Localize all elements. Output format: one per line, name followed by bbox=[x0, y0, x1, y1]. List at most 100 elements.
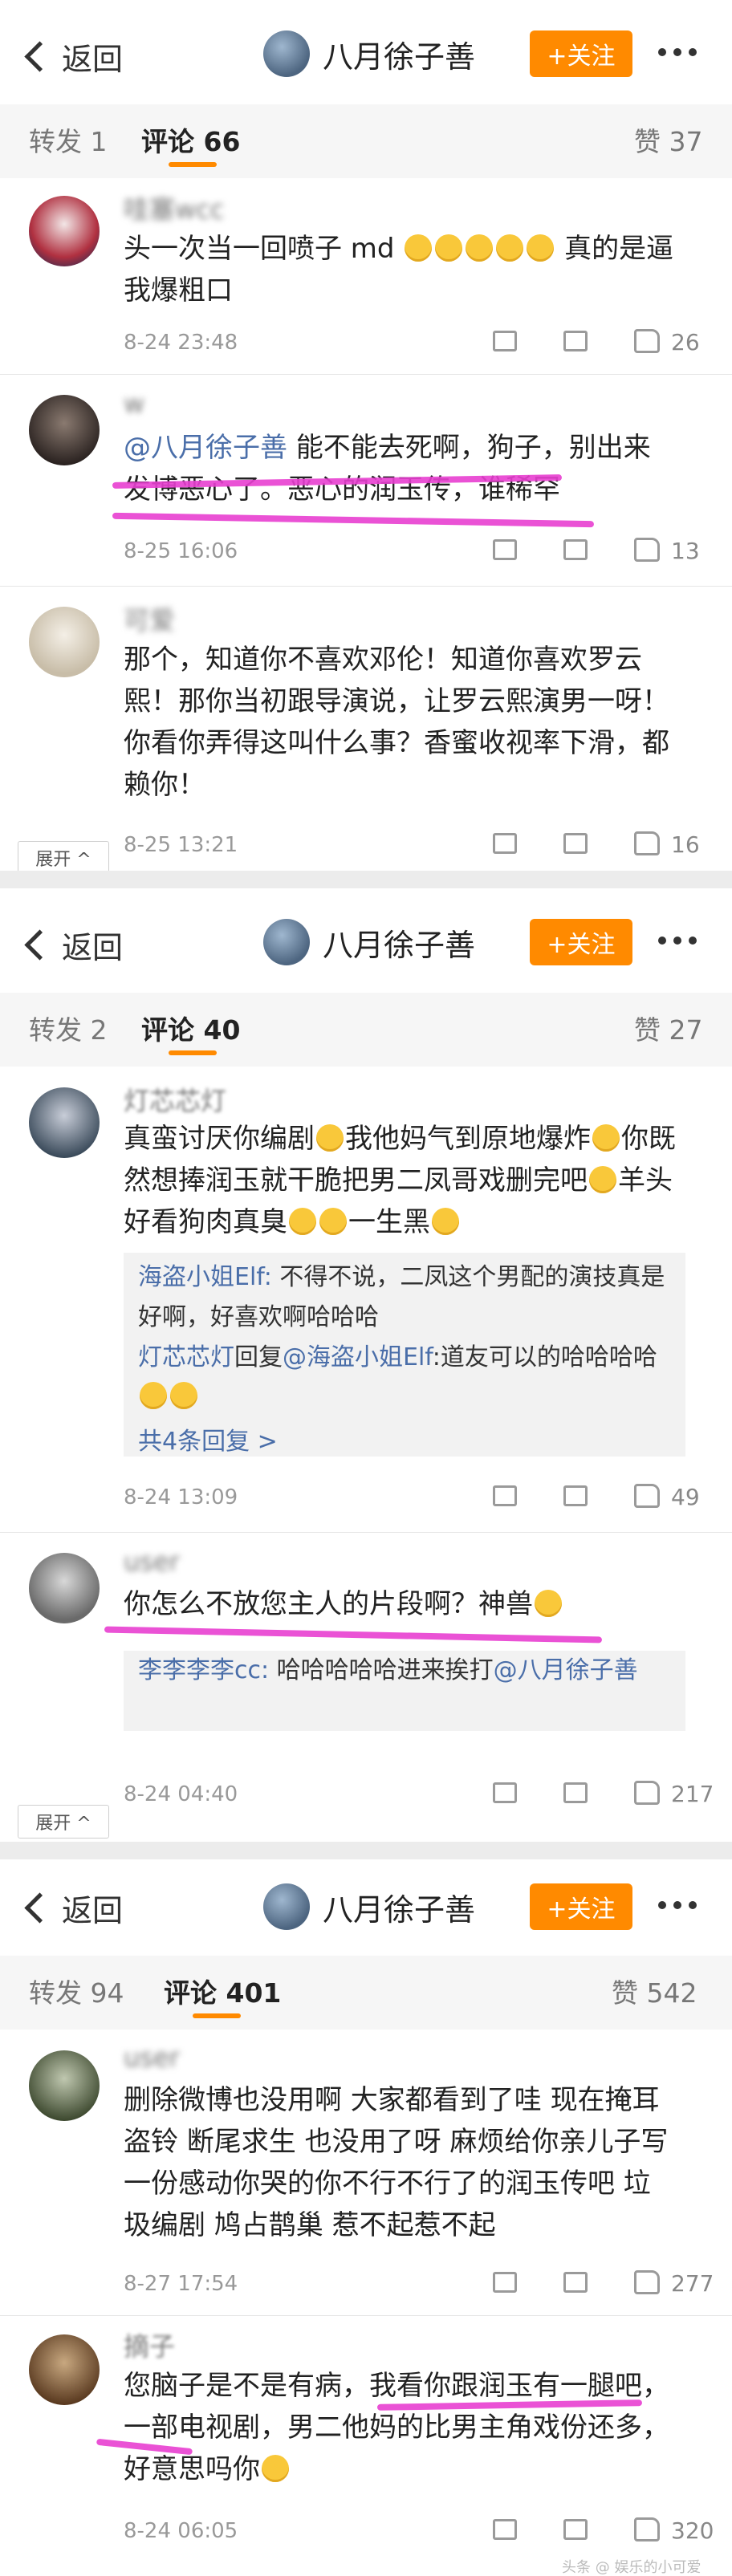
tab-comment[interactable]: 评论 401 bbox=[164, 1972, 281, 2010]
more-icon[interactable] bbox=[658, 1901, 704, 1909]
reply-line[interactable]: 李李李李cc: 哈哈哈哈哈进来挨打@八月徐子善 bbox=[124, 1651, 685, 1691]
comment-text-part: 一生黑 bbox=[348, 1206, 430, 1238]
author-avatar bbox=[263, 30, 310, 77]
like-icon[interactable] bbox=[634, 831, 660, 855]
commenter-name[interactable]: user bbox=[124, 2042, 180, 2073]
tab-bar: 转发 1 评论 66 赞 37 bbox=[0, 104, 732, 178]
reply-icon[interactable] bbox=[563, 2272, 588, 2293]
back-button[interactable]: 返回 bbox=[24, 1883, 123, 1932]
author-info[interactable]: 八月徐子善 bbox=[263, 919, 475, 965]
more-icon[interactable] bbox=[658, 48, 704, 56]
commenter-name[interactable]: 可爱 bbox=[124, 600, 175, 637]
panel-separator bbox=[0, 871, 732, 888]
share-icon[interactable] bbox=[493, 331, 517, 351]
share-icon[interactable] bbox=[493, 539, 517, 560]
commenter-avatar[interactable] bbox=[29, 395, 100, 465]
share-icon[interactable] bbox=[493, 2272, 517, 2293]
highlight-stroke bbox=[112, 512, 595, 528]
reply-icon[interactable] bbox=[563, 833, 588, 854]
like-icon[interactable] bbox=[634, 2517, 660, 2541]
author-info[interactable]: 八月徐子善 bbox=[263, 30, 475, 77]
tab-repost[interactable]: 转发 1 bbox=[29, 120, 108, 159]
tab-comment[interactable]: 评论 66 bbox=[141, 120, 240, 159]
nav-header: 返回 八月徐子善 +关注 bbox=[0, 888, 732, 993]
reply-box: 海盗小姐Elf: 不得不说，二凤这个男配的演技真是好啊，好喜欢啊哈哈哈 灯芯芯灯… bbox=[124, 1253, 685, 1457]
more-icon[interactable] bbox=[658, 937, 704, 945]
smile-emoji-icon bbox=[466, 234, 494, 262]
comment-time: 8-24 13:09 bbox=[124, 1485, 238, 1509]
expand-button[interactable]: 展开 ^ bbox=[18, 1805, 109, 1839]
follow-button[interactable]: +关注 bbox=[530, 30, 632, 77]
reply-author[interactable]: 李李李李cc: bbox=[138, 1656, 269, 1684]
reply-author[interactable]: 灯芯芯灯 bbox=[138, 1343, 234, 1371]
smile-emoji-icon bbox=[316, 1124, 344, 1152]
reply-icon[interactable] bbox=[563, 331, 588, 351]
highlight-stroke bbox=[104, 1626, 603, 1644]
comment-item: 哇塞wcc 头一次当一回喷子 md 真的是逼我爆粗口 8-24 23:48 26 bbox=[0, 178, 732, 375]
smile-emoji-icon bbox=[319, 1208, 347, 1235]
commenter-name[interactable]: 哇塞wcc bbox=[124, 189, 224, 226]
back-label: 返回 bbox=[62, 929, 124, 965]
tab-like[interactable]: 赞 27 bbox=[634, 1009, 702, 1047]
author-name: 八月徐子善 bbox=[323, 39, 476, 75]
reply-mention[interactable]: @海盗小姐Elf bbox=[283, 1343, 433, 1371]
author-name: 八月徐子善 bbox=[323, 1891, 476, 1928]
comment-text: 真蛮讨厌你编剧 我他妈气到原地爆炸 你既然想捧润玉就干脆把男二凤哥戏删完吧 羊头好看狗… bbox=[124, 1118, 677, 1243]
tab-repost[interactable]: 转发 2 bbox=[29, 1009, 108, 1047]
back-button[interactable]: 返回 bbox=[24, 32, 123, 80]
reply-icon[interactable] bbox=[563, 2519, 588, 2540]
author-avatar bbox=[263, 919, 310, 965]
reply-author[interactable]: 海盗小姐Elf: bbox=[138, 1263, 272, 1291]
reply-icon[interactable] bbox=[563, 1782, 588, 1803]
tab-like[interactable]: 赞 37 bbox=[634, 120, 702, 159]
share-icon[interactable] bbox=[493, 1782, 517, 1803]
author-info[interactable]: 八月徐子善 bbox=[263, 1883, 475, 1930]
back-label: 返回 bbox=[62, 1892, 124, 1928]
expand-button[interactable]: 展开 ^ bbox=[18, 841, 109, 871]
reply-mention[interactable]: @八月徐子善 bbox=[494, 1656, 638, 1684]
tab-comment[interactable]: 评论 40 bbox=[141, 1009, 240, 1047]
like-icon[interactable] bbox=[634, 329, 660, 353]
commenter-avatar[interactable] bbox=[29, 2050, 100, 2121]
like-icon[interactable] bbox=[634, 1781, 660, 1805]
tab-bar: 转发 2 评论 40 赞 27 bbox=[0, 993, 732, 1067]
reply-line[interactable]: 灯芯芯灯回复@海盗小姐Elf:道友可以的哈哈哈哈 bbox=[124, 1338, 685, 1418]
comment-item: 摘子 您脑子是不是有病，我看你跟润玉有一腿吧，一部电视剧，男二他妈的比男主角戏份… bbox=[0, 2315, 732, 2576]
follow-button[interactable]: +关注 bbox=[530, 1883, 632, 1930]
back-button[interactable]: 返回 bbox=[24, 920, 123, 969]
reply-icon[interactable] bbox=[563, 539, 588, 560]
comment-text-part: 您脑子是不是有病，我看你跟润玉有一腿吧，一部电视剧，男二他妈的比男主角戏份还多，… bbox=[124, 2370, 669, 2485]
mention-link[interactable]: @八月徐子善 bbox=[124, 432, 287, 464]
tab-repost[interactable]: 转发 94 bbox=[29, 1972, 124, 2010]
commenter-avatar[interactable] bbox=[29, 1553, 100, 1623]
comment-time: 8-25 13:21 bbox=[124, 833, 238, 857]
commenter-name[interactable]: 摘子 bbox=[124, 2326, 175, 2363]
commenter-name[interactable]: w bbox=[124, 388, 144, 419]
like-count: 13 bbox=[671, 538, 700, 564]
reply-icon[interactable] bbox=[563, 1485, 588, 1506]
smile-emoji-icon bbox=[262, 2455, 289, 2482]
share-icon[interactable] bbox=[493, 833, 517, 854]
comment-text: 你怎么不放您主人的片段啊？神兽 bbox=[124, 1583, 677, 1625]
share-icon[interactable] bbox=[493, 1485, 517, 1506]
comment-text: 删除微博也没用啊 大家都看到了哇 现在掩耳盗铃 断尾求生 也没用了呀 麻烦给你亲… bbox=[124, 2084, 669, 2241]
commenter-avatar[interactable] bbox=[29, 196, 100, 266]
commenter-avatar[interactable] bbox=[29, 607, 100, 677]
tab-like[interactable]: 赞 542 bbox=[612, 1972, 697, 2010]
like-icon[interactable] bbox=[634, 2270, 660, 2294]
more-replies-link[interactable]: 共4条回复 > bbox=[124, 1418, 685, 1465]
comment-text-part: 头一次当一回喷子 md bbox=[124, 233, 395, 265]
share-icon[interactable] bbox=[493, 2519, 517, 2540]
like-icon[interactable] bbox=[634, 538, 660, 562]
commenter-avatar[interactable] bbox=[29, 2334, 100, 2405]
chevron-left-icon bbox=[24, 928, 55, 961]
commenter-avatar[interactable] bbox=[29, 1087, 100, 1158]
follow-button[interactable]: +关注 bbox=[530, 919, 632, 965]
like-count: 320 bbox=[671, 2517, 714, 2544]
commenter-name[interactable]: 灯芯芯灯 bbox=[124, 1081, 226, 1118]
comment-text-part: 你怎么不放您主人的片段啊？神兽 bbox=[124, 1588, 533, 1620]
comment-time: 8-25 16:06 bbox=[124, 539, 238, 563]
reply-line[interactable]: 海盗小姐Elf: 不得不说，二凤这个男配的演技真是好啊，好喜欢啊哈哈哈 bbox=[124, 1253, 685, 1338]
like-icon[interactable] bbox=[634, 1484, 660, 1508]
commenter-name[interactable]: user bbox=[124, 1546, 180, 1577]
